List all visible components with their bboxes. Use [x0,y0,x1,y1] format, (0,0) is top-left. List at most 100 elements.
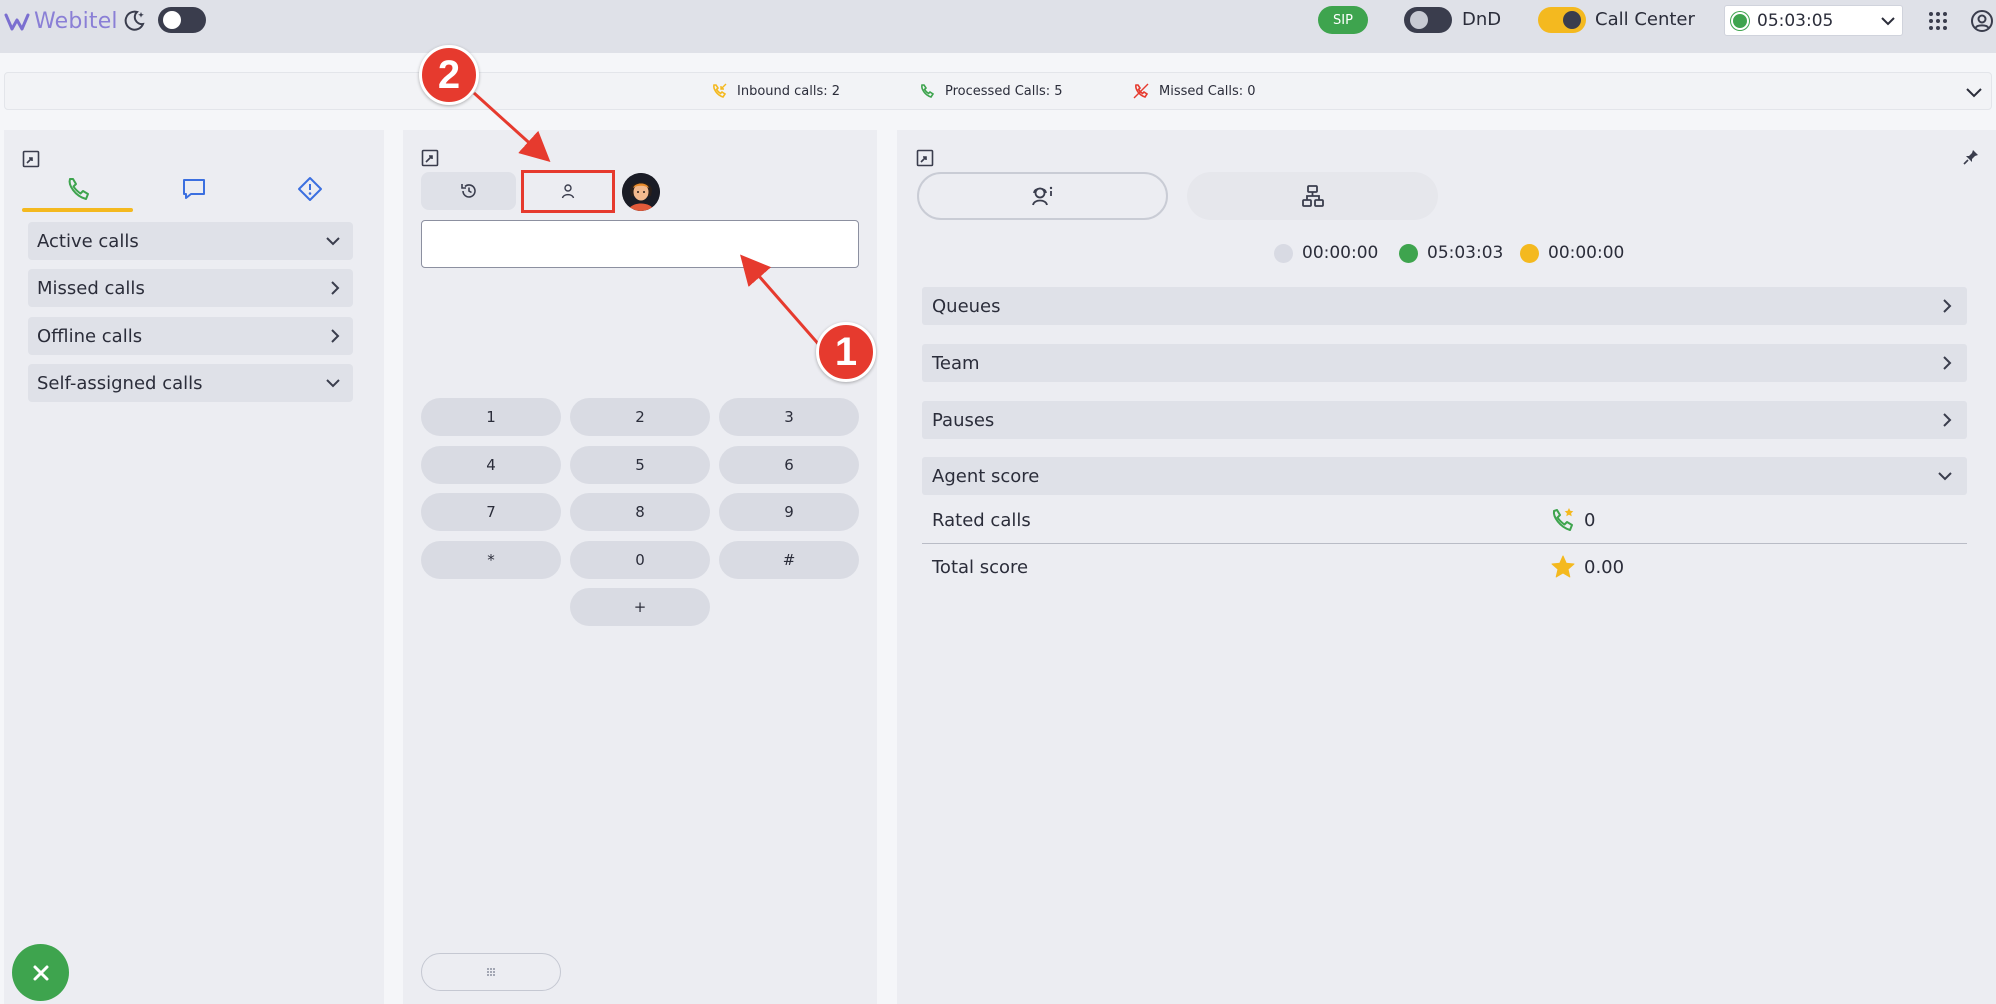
active-calls-label: Active calls [37,230,139,252]
missed-calls-text: Missed Calls: 0 [1159,83,1256,99]
chevron-down-icon [326,379,340,388]
stats-collapse-chevron-icon[interactable] [1965,85,1983,99]
chevron-right-icon [331,329,340,343]
rated-call-icon [1552,508,1574,531]
dial-key-9[interactable]: 9 [719,493,859,531]
chevron-down-icon [1938,472,1952,481]
dial-key-star[interactable]: * [421,541,561,579]
processed-calls-text: Processed Calls: 5 [945,83,1063,99]
history-tab-button[interactable] [421,172,516,210]
dial-key-6[interactable]: 6 [719,446,859,484]
total-score-label: Total score [932,556,1029,578]
close-fab-button[interactable] [12,944,69,1001]
dial-key-plus[interactable]: + [570,588,710,626]
processed-call-icon [921,84,935,98]
call-stats-bar: Inbound calls: 2 Processed Calls: 5 Miss… [4,72,1992,110]
rated-calls-row: Rated calls 0 [922,497,1967,543]
chevron-right-icon [1943,413,1952,427]
agent-info-icon [1031,186,1052,206]
collapse-panel-icon[interactable] [916,149,934,167]
grip-dots-icon [487,968,495,976]
pin-icon[interactable] [1962,148,1980,166]
processed-calls-stat: Processed Calls: 5 [919,83,1063,99]
offline-calls-section[interactable]: Offline calls [28,317,353,355]
call-center-toggle[interactable] [1538,7,1586,33]
offline-calls-label: Offline calls [37,325,143,347]
tab-calls[interactable] [22,176,133,212]
queues-section[interactable]: Queues [922,287,1967,325]
inbound-calls-text: Inbound calls: 2 [737,83,841,99]
apps-grid-icon[interactable] [1928,11,1948,31]
offline-dot [1274,243,1293,263]
sip-status-badge: SIP [1318,6,1368,34]
phone-icon [68,178,89,200]
theme-toggle[interactable] [158,7,206,33]
collapse-panel-icon[interactable] [22,150,40,168]
offline-timer-value: 00:00:00 [1302,243,1379,263]
dial-key-7[interactable]: 7 [421,493,561,531]
agent-score-label: Agent score [932,465,1040,487]
left-panel [4,130,384,1004]
webitel-logo: Webitel [4,9,118,34]
dial-key-1[interactable]: 1 [421,398,561,436]
dial-key-hash[interactable]: # [719,541,859,579]
webitel-logo-icon [4,13,30,30]
avatar-portrait-icon [622,173,660,211]
agent-info-tab[interactable] [917,172,1168,220]
pauses-label: Pauses [932,409,995,431]
rated-calls-value: 0 [1584,509,1596,531]
agent-score-section[interactable]: Agent score [922,457,1967,495]
close-icon [33,965,48,980]
user-account-icon[interactable] [1970,9,1994,33]
dial-number-input[interactable] [421,220,859,268]
missed-calls-label: Missed calls [37,277,145,299]
active-tab-indicator [22,208,133,212]
total-score-row: Total score 0.00 [922,544,1967,590]
status-dot [1731,11,1749,30]
missed-calls-section[interactable]: Missed calls [28,269,353,307]
tab-chats[interactable] [138,176,249,212]
offline-timer: 00:00:00 [1274,243,1378,263]
dnd-label: DnD [1462,9,1502,30]
dial-key-8[interactable]: 8 [570,493,710,531]
annotation-marker-2: 2 [419,45,479,105]
dial-key-0[interactable]: 0 [570,541,710,579]
pause-timer: 00:00:00 [1520,243,1624,263]
team-section[interactable]: Team [922,344,1967,382]
expand-panel-icon[interactable] [421,149,439,167]
dnd-toggle[interactable] [1404,7,1452,33]
annotation-marker-1: 1 [816,322,876,382]
missed-calls-stat: Missed Calls: 0 [1133,83,1256,99]
online-timer: 05:03:03 [1399,243,1503,263]
chevron-right-icon [1943,356,1952,370]
inbound-call-icon [713,83,727,98]
dial-key-3[interactable]: 3 [719,398,859,436]
chevron-right-icon [331,281,340,295]
top-header: Webitel SIP DnD Call Center 05:03:05 [0,0,1996,53]
total-score-value: 0.00 [1584,556,1625,578]
logo-text: Webitel [34,9,118,34]
dial-key-4[interactable]: 4 [421,446,561,484]
rated-calls-label: Rated calls [932,509,1031,531]
active-calls-section[interactable]: Active calls [28,222,353,260]
agent-status-select[interactable]: 05:03:05 [1724,5,1903,36]
pause-dot [1520,243,1539,263]
inbound-calls-stat: Inbound calls: 2 [711,83,840,99]
workflow-nodes-icon [1301,185,1324,207]
dial-key-2[interactable]: 2 [570,398,710,436]
self-assigned-calls-label: Self-assigned calls [37,372,203,394]
chevron-down-icon [326,237,340,246]
dial-key-5[interactable]: 5 [570,446,710,484]
online-dot [1399,243,1418,263]
tab-alerts[interactable] [254,176,365,212]
agent-avatar[interactable] [622,173,660,211]
toggle-keypad-button[interactable] [421,953,561,991]
self-assigned-calls-section[interactable]: Self-assigned calls [28,364,353,402]
pauses-section[interactable]: Pauses [922,401,1967,439]
online-timer-value: 05:03:03 [1427,243,1504,263]
status-time: 05:03:05 [1757,10,1834,31]
pause-timer-value: 00:00:00 [1548,243,1625,263]
chat-bubble-icon [182,179,205,199]
team-label: Team [932,352,980,374]
workflow-tab[interactable] [1187,172,1438,220]
